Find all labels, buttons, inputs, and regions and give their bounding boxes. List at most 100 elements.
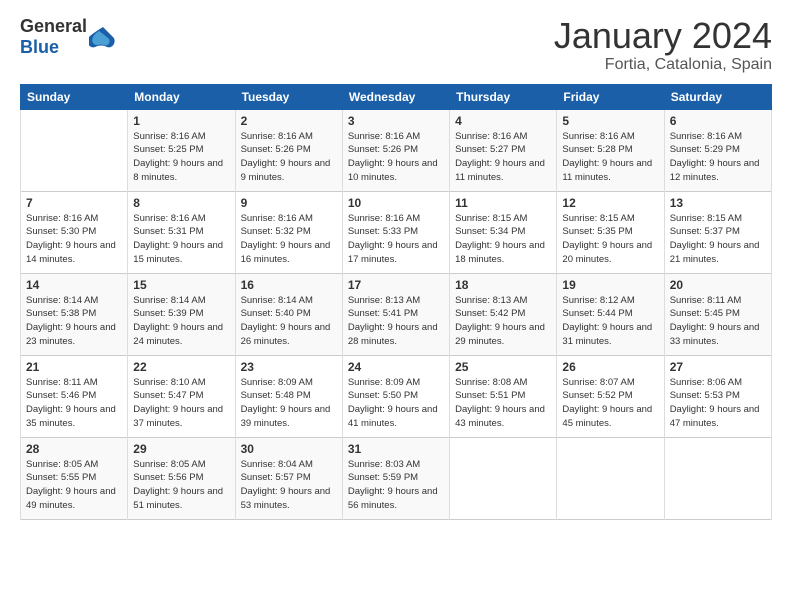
calendar-cell-2-1: 7 Sunrise: 8:16 AMSunset: 5:30 PMDaylight…: [21, 191, 128, 273]
calendar-cell-5-3: 30 Sunrise: 8:04 AMSunset: 5:57 PMDayligh…: [235, 437, 342, 519]
calendar-cell-3-5: 18 Sunrise: 8:13 AMSunset: 5:42 PMDayligh…: [450, 273, 557, 355]
day-number: 9: [241, 196, 337, 210]
day-info: Sunrise: 8:04 AMSunset: 5:57 PMDaylight:…: [241, 458, 337, 513]
calendar-cell-2-2: 8 Sunrise: 8:16 AMSunset: 5:31 PMDaylight…: [128, 191, 235, 273]
calendar-cell-2-4: 10 Sunrise: 8:16 AMSunset: 5:33 PMDayligh…: [342, 191, 449, 273]
day-info: Sunrise: 8:13 AMSunset: 5:41 PMDaylight:…: [348, 294, 444, 349]
logo-text: General Blue: [20, 16, 87, 58]
day-number: 16: [241, 278, 337, 292]
day-info: Sunrise: 8:16 AMSunset: 5:26 PMDaylight:…: [348, 130, 444, 185]
header-wednesday: Wednesday: [342, 84, 449, 109]
day-number: 26: [562, 360, 658, 374]
day-number: 27: [670, 360, 766, 374]
day-info: Sunrise: 8:05 AMSunset: 5:56 PMDaylight:…: [133, 458, 229, 513]
day-info: Sunrise: 8:14 AMSunset: 5:40 PMDaylight:…: [241, 294, 337, 349]
calendar-cell-3-7: 20 Sunrise: 8:11 AMSunset: 5:45 PMDayligh…: [664, 273, 771, 355]
day-info: Sunrise: 8:16 AMSunset: 5:31 PMDaylight:…: [133, 212, 229, 267]
day-number: 2: [241, 114, 337, 128]
day-info: Sunrise: 8:16 AMSunset: 5:29 PMDaylight:…: [670, 130, 766, 185]
logo-general: General: [20, 16, 87, 36]
day-number: 23: [241, 360, 337, 374]
day-info: Sunrise: 8:09 AMSunset: 5:50 PMDaylight:…: [348, 376, 444, 431]
header-thursday: Thursday: [450, 84, 557, 109]
calendar-cell-3-2: 15Sunrise: 8:14 AMSunset: 5:39 PMDayligh…: [128, 273, 235, 355]
calendar-cell-5-5: [450, 437, 557, 519]
day-number: 14: [26, 278, 122, 292]
calendar-cell-5-6: [557, 437, 664, 519]
calendar-cell-1-5: 4Sunrise: 8:16 AMSunset: 5:27 PMDaylight…: [450, 109, 557, 191]
day-number: 11: [455, 196, 551, 210]
calendar-cell-4-5: 25 Sunrise: 8:08 AMSunset: 5:51 PMDayligh…: [450, 355, 557, 437]
day-info: Sunrise: 8:16 AMSunset: 5:33 PMDaylight:…: [348, 212, 444, 267]
calendar-cell-4-7: 27 Sunrise: 8:06 AMSunset: 5:53 PMDayligh…: [664, 355, 771, 437]
month-title: January 2024: [554, 16, 772, 56]
calendar-cell-5-7: [664, 437, 771, 519]
calendar-cell-4-3: 23 Sunrise: 8:09 AMSunset: 5:48 PMDayligh…: [235, 355, 342, 437]
day-number: 29: [133, 442, 229, 456]
week-row-4: 21Sunrise: 8:11 AMSunset: 5:46 PMDayligh…: [21, 355, 772, 437]
day-info: Sunrise: 8:09 AMSunset: 5:48 PMDaylight:…: [241, 376, 337, 431]
day-number: 31: [348, 442, 444, 456]
week-row-2: 7 Sunrise: 8:16 AMSunset: 5:30 PMDaylight…: [21, 191, 772, 273]
day-info: Sunrise: 8:16 AMSunset: 5:28 PMDaylight:…: [562, 130, 658, 185]
day-info: Sunrise: 8:16 AMSunset: 5:30 PMDaylight:…: [26, 212, 122, 267]
logo: General Blue: [20, 16, 117, 58]
day-number: 24: [348, 360, 444, 374]
calendar-cell-1-6: 5 Sunrise: 8:16 AMSunset: 5:28 PMDaylight…: [557, 109, 664, 191]
day-info: Sunrise: 8:07 AMSunset: 5:52 PMDaylight:…: [562, 376, 658, 431]
calendar-cell-3-4: 17Sunrise: 8:13 AMSunset: 5:41 PMDayligh…: [342, 273, 449, 355]
calendar-cell-2-7: 13 Sunrise: 8:15 AMSunset: 5:37 PMDayligh…: [664, 191, 771, 273]
location-title: Fortia, Catalonia, Spain: [554, 56, 772, 74]
header-row: Sunday Monday Tuesday Wednesday Thursday…: [21, 84, 772, 109]
day-number: 19: [562, 278, 658, 292]
day-info: Sunrise: 8:12 AMSunset: 5:44 PMDaylight:…: [562, 294, 658, 349]
day-info: Sunrise: 8:15 AMSunset: 5:37 PMDaylight:…: [670, 212, 766, 267]
day-info: Sunrise: 8:15 AMSunset: 5:35 PMDaylight:…: [562, 212, 658, 267]
calendar-cell-2-6: 12Sunrise: 8:15 AMSunset: 5:35 PMDayligh…: [557, 191, 664, 273]
day-number: 25: [455, 360, 551, 374]
day-info: Sunrise: 8:05 AMSunset: 5:55 PMDaylight:…: [26, 458, 122, 513]
day-info: Sunrise: 8:14 AMSunset: 5:38 PMDaylight:…: [26, 294, 122, 349]
day-number: 18: [455, 278, 551, 292]
day-number: 20: [670, 278, 766, 292]
header-monday: Monday: [128, 84, 235, 109]
calendar-cell-1-2: 1Sunrise: 8:16 AMSunset: 5:25 PMDaylight…: [128, 109, 235, 191]
day-number: 30: [241, 442, 337, 456]
title-block: January 2024 Fortia, Catalonia, Spain: [554, 16, 772, 74]
header: General Blue January 2024 Fortia, Catalo…: [20, 16, 772, 74]
header-tuesday: Tuesday: [235, 84, 342, 109]
calendar-cell-5-4: 31 Sunrise: 8:03 AMSunset: 5:59 PMDayligh…: [342, 437, 449, 519]
calendar-cell-3-1: 14 Sunrise: 8:14 AMSunset: 5:38 PMDayligh…: [21, 273, 128, 355]
day-number: 28: [26, 442, 122, 456]
day-number: 7: [26, 196, 122, 210]
day-number: 3: [348, 114, 444, 128]
header-friday: Friday: [557, 84, 664, 109]
day-number: 4: [455, 114, 551, 128]
calendar-cell-5-1: 28 Sunrise: 8:05 AMSunset: 5:55 PMDayligh…: [21, 437, 128, 519]
day-info: Sunrise: 8:10 AMSunset: 5:47 PMDaylight:…: [133, 376, 229, 431]
day-info: Sunrise: 8:16 AMSunset: 5:26 PMDaylight:…: [241, 130, 337, 185]
calendar-cell-1-4: 3 Sunrise: 8:16 AMSunset: 5:26 PMDaylight…: [342, 109, 449, 191]
day-info: Sunrise: 8:14 AMSunset: 5:39 PMDaylight:…: [133, 294, 229, 349]
day-number: 10: [348, 196, 444, 210]
calendar-cell-1-7: 6Sunrise: 8:16 AMSunset: 5:29 PMDaylight…: [664, 109, 771, 191]
day-number: 5: [562, 114, 658, 128]
day-info: Sunrise: 8:06 AMSunset: 5:53 PMDaylight:…: [670, 376, 766, 431]
day-info: Sunrise: 8:16 AMSunset: 5:25 PMDaylight:…: [133, 130, 229, 185]
day-number: 8: [133, 196, 229, 210]
header-saturday: Saturday: [664, 84, 771, 109]
day-info: Sunrise: 8:08 AMSunset: 5:51 PMDaylight:…: [455, 376, 551, 431]
header-sunday: Sunday: [21, 84, 128, 109]
day-number: 13: [670, 196, 766, 210]
day-info: Sunrise: 8:11 AMSunset: 5:45 PMDaylight:…: [670, 294, 766, 349]
calendar-cell-1-1: [21, 109, 128, 191]
week-row-5: 28 Sunrise: 8:05 AMSunset: 5:55 PMDayligh…: [21, 437, 772, 519]
day-info: Sunrise: 8:03 AMSunset: 5:59 PMDaylight:…: [348, 458, 444, 513]
calendar-cell-2-3: 9 Sunrise: 8:16 AMSunset: 5:32 PMDaylight…: [235, 191, 342, 273]
day-number: 22: [133, 360, 229, 374]
calendar-header: Sunday Monday Tuesday Wednesday Thursday…: [21, 84, 772, 109]
day-info: Sunrise: 8:16 AMSunset: 5:32 PMDaylight:…: [241, 212, 337, 267]
day-number: 21: [26, 360, 122, 374]
week-row-3: 14 Sunrise: 8:14 AMSunset: 5:38 PMDayligh…: [21, 273, 772, 355]
day-info: Sunrise: 8:13 AMSunset: 5:42 PMDaylight:…: [455, 294, 551, 349]
